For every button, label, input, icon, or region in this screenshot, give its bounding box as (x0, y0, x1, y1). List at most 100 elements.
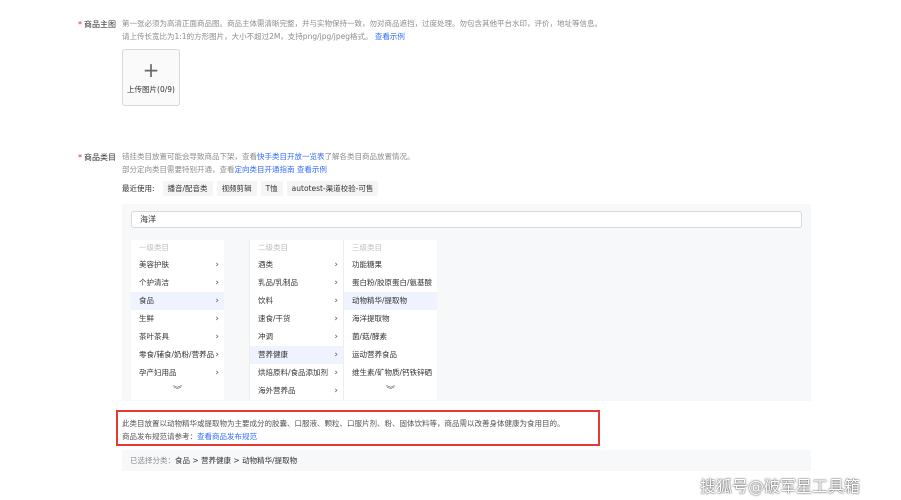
watermark: 搜狐号@破军星工具箱 (700, 477, 861, 496)
category-hint-line1: 错挂类目放置可能会导致商品下架，查看快手类目开放一览表了解各类目商品放置情况。 (122, 151, 415, 162)
category-item-label: 蛋白粉/胶原蛋白/氨基酸 (352, 278, 433, 287)
chevron-right-icon: › (334, 260, 338, 270)
category-hint1-prefix: 错挂类目放置可能会导致商品下架，查看 (122, 152, 257, 161)
category-item[interactable]: 饮料 › (250, 292, 343, 310)
category-item-label: 饮料 (258, 296, 273, 305)
plus-icon: + (142, 58, 160, 82)
chevron-right-icon: › (334, 350, 338, 360)
category-item[interactable]: 零食/辅食/奶粉/营养品 › (131, 346, 224, 364)
category-item[interactable]: 功能糖果 (344, 256, 437, 274)
category-item[interactable]: 茶叶茶具 › (131, 328, 224, 346)
chevron-right-icon: › (215, 278, 219, 288)
category-item-label: 酒类 (258, 260, 273, 269)
category-column-level2: 二级类目 酒类 › 乳品/乳制品 › 饮料 › 速食/干货 › 冲调 › 营养健康 › 烘焙… (250, 240, 343, 400)
category-item[interactable]: 冲调 › (250, 328, 343, 346)
chevron-right-icon: › (334, 368, 338, 378)
chevron-right-icon: › (334, 386, 338, 396)
chevron-right-icon: › (215, 368, 219, 378)
category-item-label: 速食/干货 (258, 314, 291, 323)
main-image-hint-line2: 请上传长宽比为1:1的方形图片，大小不超过2M，支持png/jpg/jpeg格式… (122, 31, 405, 42)
category-item[interactable]: 速食/干货 › (250, 310, 343, 328)
category-item[interactable]: 菌/菇/酵素 (344, 328, 437, 346)
category-item-label: 冲调 (258, 332, 273, 341)
double-chevron-down-icon[interactable]: ︾ (344, 387, 437, 396)
category-item[interactable]: 个护清洁 › (131, 274, 224, 292)
category-item-selected[interactable]: 营养健康 › (250, 346, 343, 364)
category-item[interactable]: 乳品/乳制品 › (250, 274, 343, 292)
chevron-right-icon: › (334, 314, 338, 324)
category-item[interactable]: 维生素/矿物质/钙铁锌硒 (344, 364, 437, 382)
category-item[interactable]: 美容护肤 › (131, 256, 224, 274)
category-item[interactable]: 酒类 › (250, 256, 343, 274)
category-item-label: 零食/辅食/奶粉/营养品 (139, 350, 215, 359)
selected-category-label: 已选择分类： (130, 456, 175, 465)
category-description: 此类目放置以动物精华或提取物为主要成分的胶囊、口服液、颗粒、口服片剂、粉、固体饮… (116, 410, 600, 446)
required-mark: * (78, 20, 82, 29)
category-description-text: 此类目放置以动物精华或提取物为主要成分的胶囊、口服液、颗粒、口服片剂、粉、固体饮… (122, 419, 565, 428)
category-hint1-suffix: 了解各类目商品放置情况。 (324, 152, 415, 161)
category-item-selected[interactable]: 动物精华/提取物 (344, 292, 437, 310)
category-list-link[interactable]: 快手类目开放一览表 (257, 152, 325, 161)
double-chevron-down-icon[interactable]: ︾ (131, 387, 224, 396)
chevron-right-icon: › (334, 296, 338, 306)
category-item[interactable]: 蛋白粉/胶原蛋白/氨基酸 (344, 274, 437, 292)
category-item[interactable]: 海洋提取物 (344, 310, 437, 328)
category-description-line2: 商品发布规范请参考：查看商品发布规范 (122, 431, 257, 442)
column-header: 三级类目 (352, 243, 382, 252)
category-item[interactable]: 海外营养品 › (250, 382, 343, 400)
spec-reference-label: 商品发布规范请参考： (122, 432, 197, 441)
main-image-example-link[interactable]: 查看示例 (375, 32, 405, 41)
main-image-label-text: 商品主图 (84, 20, 116, 29)
upload-image-label: 上传图片(0/9) (127, 85, 175, 94)
recent-tag[interactable]: 播音/配音类 (162, 180, 213, 196)
category-label: * 商品类目 (78, 152, 116, 163)
category-item-label: 海外营养品 (258, 386, 296, 395)
category-hint2-prefix: 部分定向类目需要特别开通，查看 (122, 165, 235, 174)
recent-tag[interactable]: 视频剪辑 (216, 180, 257, 196)
category-column-level1: 一级类目 美容护肤 › 个护清洁 › 食品 › 生鲜 › 茶叶茶具 › 零食/辅食/奶粉/… (131, 240, 224, 400)
category-item-label: 功能糖果 (352, 260, 382, 269)
category-item[interactable]: 烘焙原料/食品添加剂 › (250, 364, 343, 382)
category-example-link[interactable]: 查看示例 (297, 165, 327, 174)
publish-spec-link[interactable]: 查看商品发布规范 (197, 432, 257, 441)
category-item-selected[interactable]: 食品 › (131, 292, 224, 310)
category-item-label: 营养健康 (258, 350, 288, 359)
category-item-label: 运动营养食品 (352, 350, 397, 359)
recent-tag[interactable]: T恤 (260, 180, 283, 196)
category-item-label: 个护清洁 (139, 278, 169, 287)
chevron-right-icon: › (215, 314, 219, 324)
category-item-label: 海洋提取物 (352, 314, 390, 323)
category-item-label: 乳品/乳制品 (258, 278, 299, 287)
recent-label: 最近使用: (122, 183, 155, 193)
selected-category-bar: 已选择分类：食品 > 营养健康 > 动物精华/提取物 (122, 450, 811, 471)
selected-category-path: 食品 > 营养健康 > 动物精华/提取物 (175, 456, 298, 465)
category-item[interactable]: 生鲜 › (131, 310, 224, 328)
category-item[interactable]: 孕产妇用品 › (131, 364, 224, 382)
chevron-right-icon: › (215, 260, 219, 270)
category-item-label: 菌/菇/酵素 (352, 332, 388, 341)
column-header: 二级类目 (258, 243, 288, 252)
chevron-right-icon: › (215, 332, 219, 342)
main-image-hint-text: 请上传长宽比为1:1的方形图片，大小不超过2M，支持png/jpg/jpeg格式… (122, 32, 373, 41)
category-item-label: 食品 (139, 296, 154, 305)
chevron-right-icon: › (215, 296, 219, 306)
category-item-label: 孕产妇用品 (139, 368, 177, 377)
directed-category-guide-link[interactable]: 定向类目开通指南 (235, 165, 295, 174)
category-item-label: 动物精华/提取物 (352, 296, 408, 305)
category-item-label: 烘焙原料/食品添加剂 (258, 368, 329, 377)
category-item-label: 美容护肤 (139, 260, 169, 269)
column-header: 一级类目 (139, 243, 169, 252)
chevron-right-icon: › (334, 278, 338, 288)
category-label-text: 商品类目 (84, 153, 116, 162)
recent-categories: 最近使用: 播音/配音类 视频剪辑 T恤 autotest-渠道校验-可售 (122, 180, 379, 196)
category-hint-line2: 部分定向类目需要特别开通，查看定向类目开通指南 查看示例 (122, 164, 327, 175)
category-picker: 一级类目 美容护肤 › 个护清洁 › 食品 › 生鲜 › 茶叶茶具 › 零食/辅食/奶粉/… (122, 204, 811, 401)
recent-tag[interactable]: autotest-渠道校验-可售 (286, 180, 379, 196)
upload-image-button[interactable]: + 上传图片(0/9) (122, 49, 180, 106)
required-mark: * (78, 153, 82, 162)
category-item-label: 茶叶茶具 (139, 332, 169, 341)
category-search-input[interactable] (131, 211, 802, 228)
category-item[interactable]: 运动营养食品 (344, 346, 437, 364)
chevron-right-icon: › (215, 350, 219, 360)
category-item-label: 维生素/矿物质/钙铁锌硒 (352, 368, 433, 377)
